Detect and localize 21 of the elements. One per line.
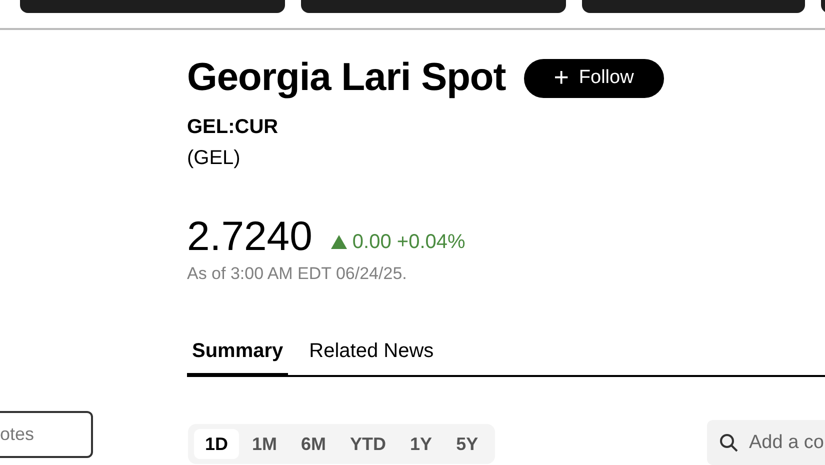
tab[interactable]: Summary [187, 340, 288, 377]
timestamp: As of 3:00 AM EDT 06/24/25. [187, 264, 408, 284]
compare-search-field[interactable]: Add a co [707, 420, 825, 465]
range-tab[interactable]: 1Y [399, 429, 444, 459]
tab[interactable]: Related News [304, 340, 439, 377]
ticker-symbol: GEL:CUR [187, 116, 280, 139]
range-tab[interactable]: 5Y [445, 429, 490, 459]
headline-card[interactable] [301, 0, 566, 13]
range-tab[interactable]: 1D [194, 429, 240, 459]
range-tab[interactable]: 6M [290, 429, 338, 459]
price: 2.7240 [187, 214, 312, 258]
search-icon [719, 433, 739, 453]
price-change: 0.00 +0.04% [352, 230, 466, 254]
currency-code: (GEL) [187, 147, 242, 170]
page-title: Georgia Lari Spot [187, 55, 506, 101]
headline-card[interactable] [20, 0, 285, 13]
follow-button[interactable]: + Follow [524, 58, 664, 98]
range-tab[interactable]: YTD [339, 429, 398, 459]
range-tab[interactable]: 1M [241, 429, 288, 459]
headline-card[interactable] [582, 0, 805, 13]
notes-field[interactable]: otes [0, 411, 93, 458]
